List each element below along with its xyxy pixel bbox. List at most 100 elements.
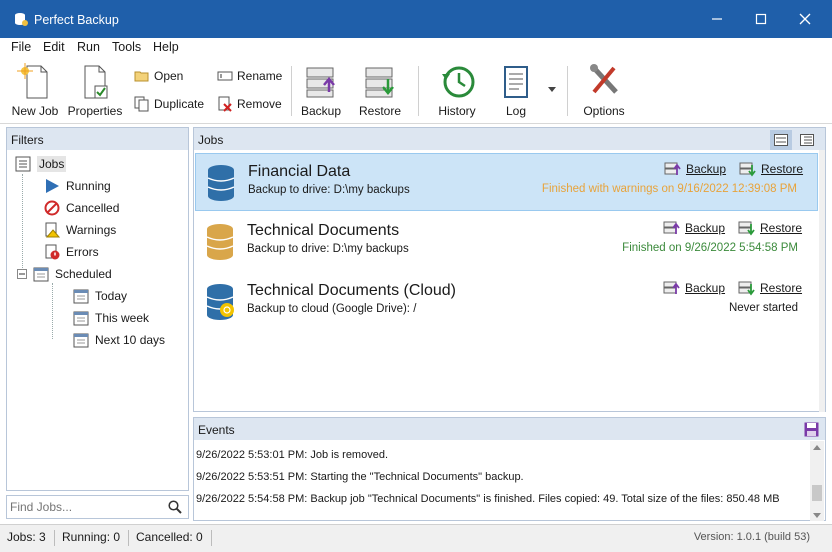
job-backup-link[interactable]: Backup bbox=[664, 161, 726, 177]
duplicate-icon bbox=[134, 96, 149, 112]
filter-this-week[interactable]: This week bbox=[73, 310, 149, 326]
menu-file[interactable]: File bbox=[11, 40, 31, 54]
tree-connector bbox=[22, 174, 23, 272]
filter-cancelled-label: Cancelled bbox=[66, 201, 120, 215]
filter-cancelled[interactable]: Cancelled bbox=[44, 200, 119, 216]
tools-icon bbox=[590, 64, 618, 94]
restore-icon bbox=[739, 162, 756, 177]
options-button[interactable]: Options bbox=[580, 62, 628, 118]
menu-tools[interactable]: Tools bbox=[112, 40, 141, 54]
filter-next-10-days-label: Next 10 days bbox=[95, 333, 166, 347]
job-status: Never started bbox=[728, 302, 798, 314]
rename-label: Rename bbox=[237, 69, 283, 83]
menu-run[interactable]: Run bbox=[77, 40, 100, 54]
filter-errors[interactable]: Errors bbox=[44, 244, 99, 260]
filter-jobs-label: Jobs bbox=[37, 156, 67, 172]
find-jobs-input[interactable] bbox=[10, 499, 160, 515]
job-name: Technical Documents (Cloud) bbox=[247, 282, 456, 299]
job-backup-link[interactable]: Backup bbox=[663, 220, 725, 236]
restore-button[interactable]: Restore bbox=[356, 62, 404, 118]
filter-warnings[interactable]: Warnings bbox=[44, 222, 116, 238]
job-restore-link[interactable]: Restore bbox=[738, 220, 802, 236]
scrollbar-thumb[interactable] bbox=[812, 485, 822, 501]
error-icon bbox=[45, 244, 60, 260]
event-line: 9/26/2022 5:53:01 PM: Job is removed. bbox=[196, 449, 389, 461]
scroll-down-arrow-icon[interactable] bbox=[813, 513, 821, 518]
status-running-count: Running: 0 bbox=[62, 530, 130, 546]
log-dropdown-arrow-icon[interactable] bbox=[548, 87, 556, 92]
backup-icon bbox=[306, 67, 335, 98]
filter-scheduled[interactable]: Scheduled bbox=[17, 266, 112, 282]
job-item[interactable]: Technical Documents (Cloud) Backup to cl… bbox=[195, 273, 818, 331]
open-button[interactable]: Open bbox=[134, 69, 183, 83]
filters-panel: Filters Jobs Running Cancelled Warnings … bbox=[6, 127, 189, 491]
database-icon bbox=[206, 224, 234, 260]
menu-edit[interactable]: Edit bbox=[43, 40, 65, 54]
restore-icon bbox=[738, 221, 755, 236]
new-job-button[interactable]: New Job bbox=[10, 62, 60, 118]
backup-button[interactable]: Backup bbox=[298, 62, 344, 118]
scroll-up-arrow-icon[interactable] bbox=[813, 445, 821, 450]
close-icon bbox=[799, 13, 811, 25]
toolbar-separator bbox=[291, 66, 292, 116]
menu-help[interactable]: Help bbox=[153, 40, 179, 54]
filter-next-10-days[interactable]: Next 10 days bbox=[73, 332, 165, 348]
play-icon bbox=[46, 179, 59, 193]
backup-icon bbox=[663, 221, 680, 234]
large-list-view-icon bbox=[774, 134, 788, 146]
rename-icon bbox=[217, 71, 233, 81]
job-restore-link[interactable]: Restore bbox=[739, 161, 803, 177]
log-button[interactable]: Log bbox=[496, 62, 536, 118]
maximize-button[interactable] bbox=[738, 0, 784, 38]
folder-icon bbox=[134, 71, 149, 82]
job-status: Finished with warnings on 9/16/2022 12:3… bbox=[541, 183, 797, 195]
job-item[interactable]: Technical Documents Backup to drive: D:\… bbox=[195, 213, 818, 271]
job-restore-link[interactable]: Restore bbox=[738, 280, 802, 296]
events-scrollbar[interactable] bbox=[810, 441, 824, 521]
events-header: Events bbox=[194, 418, 825, 440]
backup-link-label: Backup bbox=[685, 221, 726, 235]
jobs-scrollbar[interactable] bbox=[819, 150, 825, 412]
remove-button[interactable]: Remove bbox=[217, 96, 282, 112]
restore-label: Restore bbox=[358, 104, 402, 118]
status-jobs-count: Jobs: 3 bbox=[7, 530, 55, 546]
job-status: Finished on 9/26/2022 5:54:58 PM bbox=[622, 242, 798, 254]
restore-icon bbox=[365, 67, 394, 98]
minimize-button[interactable] bbox=[694, 0, 740, 38]
filter-today-label: Today bbox=[95, 289, 128, 303]
rename-button[interactable]: Rename bbox=[217, 69, 282, 83]
restore-link-label: Restore bbox=[761, 162, 804, 176]
filter-errors-label: Errors bbox=[66, 245, 99, 259]
log-icon bbox=[504, 66, 528, 98]
filter-jobs[interactable]: Jobs bbox=[15, 156, 67, 172]
save-icon[interactable] bbox=[804, 422, 819, 437]
jobs-header: Jobs bbox=[194, 128, 825, 150]
new-job-label: New Job bbox=[11, 104, 59, 118]
filter-scheduled-label: Scheduled bbox=[55, 267, 112, 281]
event-line: 9/26/2022 5:53:51 PM: Starting the "Tech… bbox=[196, 471, 524, 483]
filter-this-week-label: This week bbox=[95, 311, 150, 325]
properties-label: Properties bbox=[67, 104, 123, 118]
filter-today[interactable]: Today bbox=[73, 288, 127, 304]
menu-bar: File Edit Run Tools Help bbox=[0, 38, 832, 58]
search-icon[interactable] bbox=[168, 500, 182, 514]
calendar-icon bbox=[73, 289, 89, 304]
history-button[interactable]: History bbox=[434, 62, 480, 118]
large-view-button[interactable] bbox=[770, 130, 792, 150]
job-item[interactable]: Financial Data Backup to drive: D:\my ba… bbox=[195, 153, 818, 211]
job-backup-link[interactable]: Backup bbox=[663, 280, 725, 296]
status-version: Version: 1.0.1 (build 53) bbox=[693, 531, 810, 543]
collapse-icon[interactable] bbox=[17, 269, 27, 279]
duplicate-label: Duplicate bbox=[154, 97, 205, 111]
close-button[interactable] bbox=[782, 0, 828, 38]
backup-icon bbox=[663, 281, 680, 294]
duplicate-button[interactable]: Duplicate bbox=[134, 96, 204, 112]
details-view-button[interactable] bbox=[796, 130, 818, 150]
restore-link-label: Restore bbox=[760, 281, 803, 295]
properties-button[interactable]: Properties bbox=[67, 62, 123, 118]
filter-running[interactable]: Running bbox=[44, 178, 111, 194]
backup-label: Backup bbox=[300, 104, 342, 118]
log-label: Log bbox=[505, 104, 527, 118]
title-bar: Perfect Backup bbox=[0, 0, 832, 38]
properties-icon bbox=[84, 65, 108, 99]
